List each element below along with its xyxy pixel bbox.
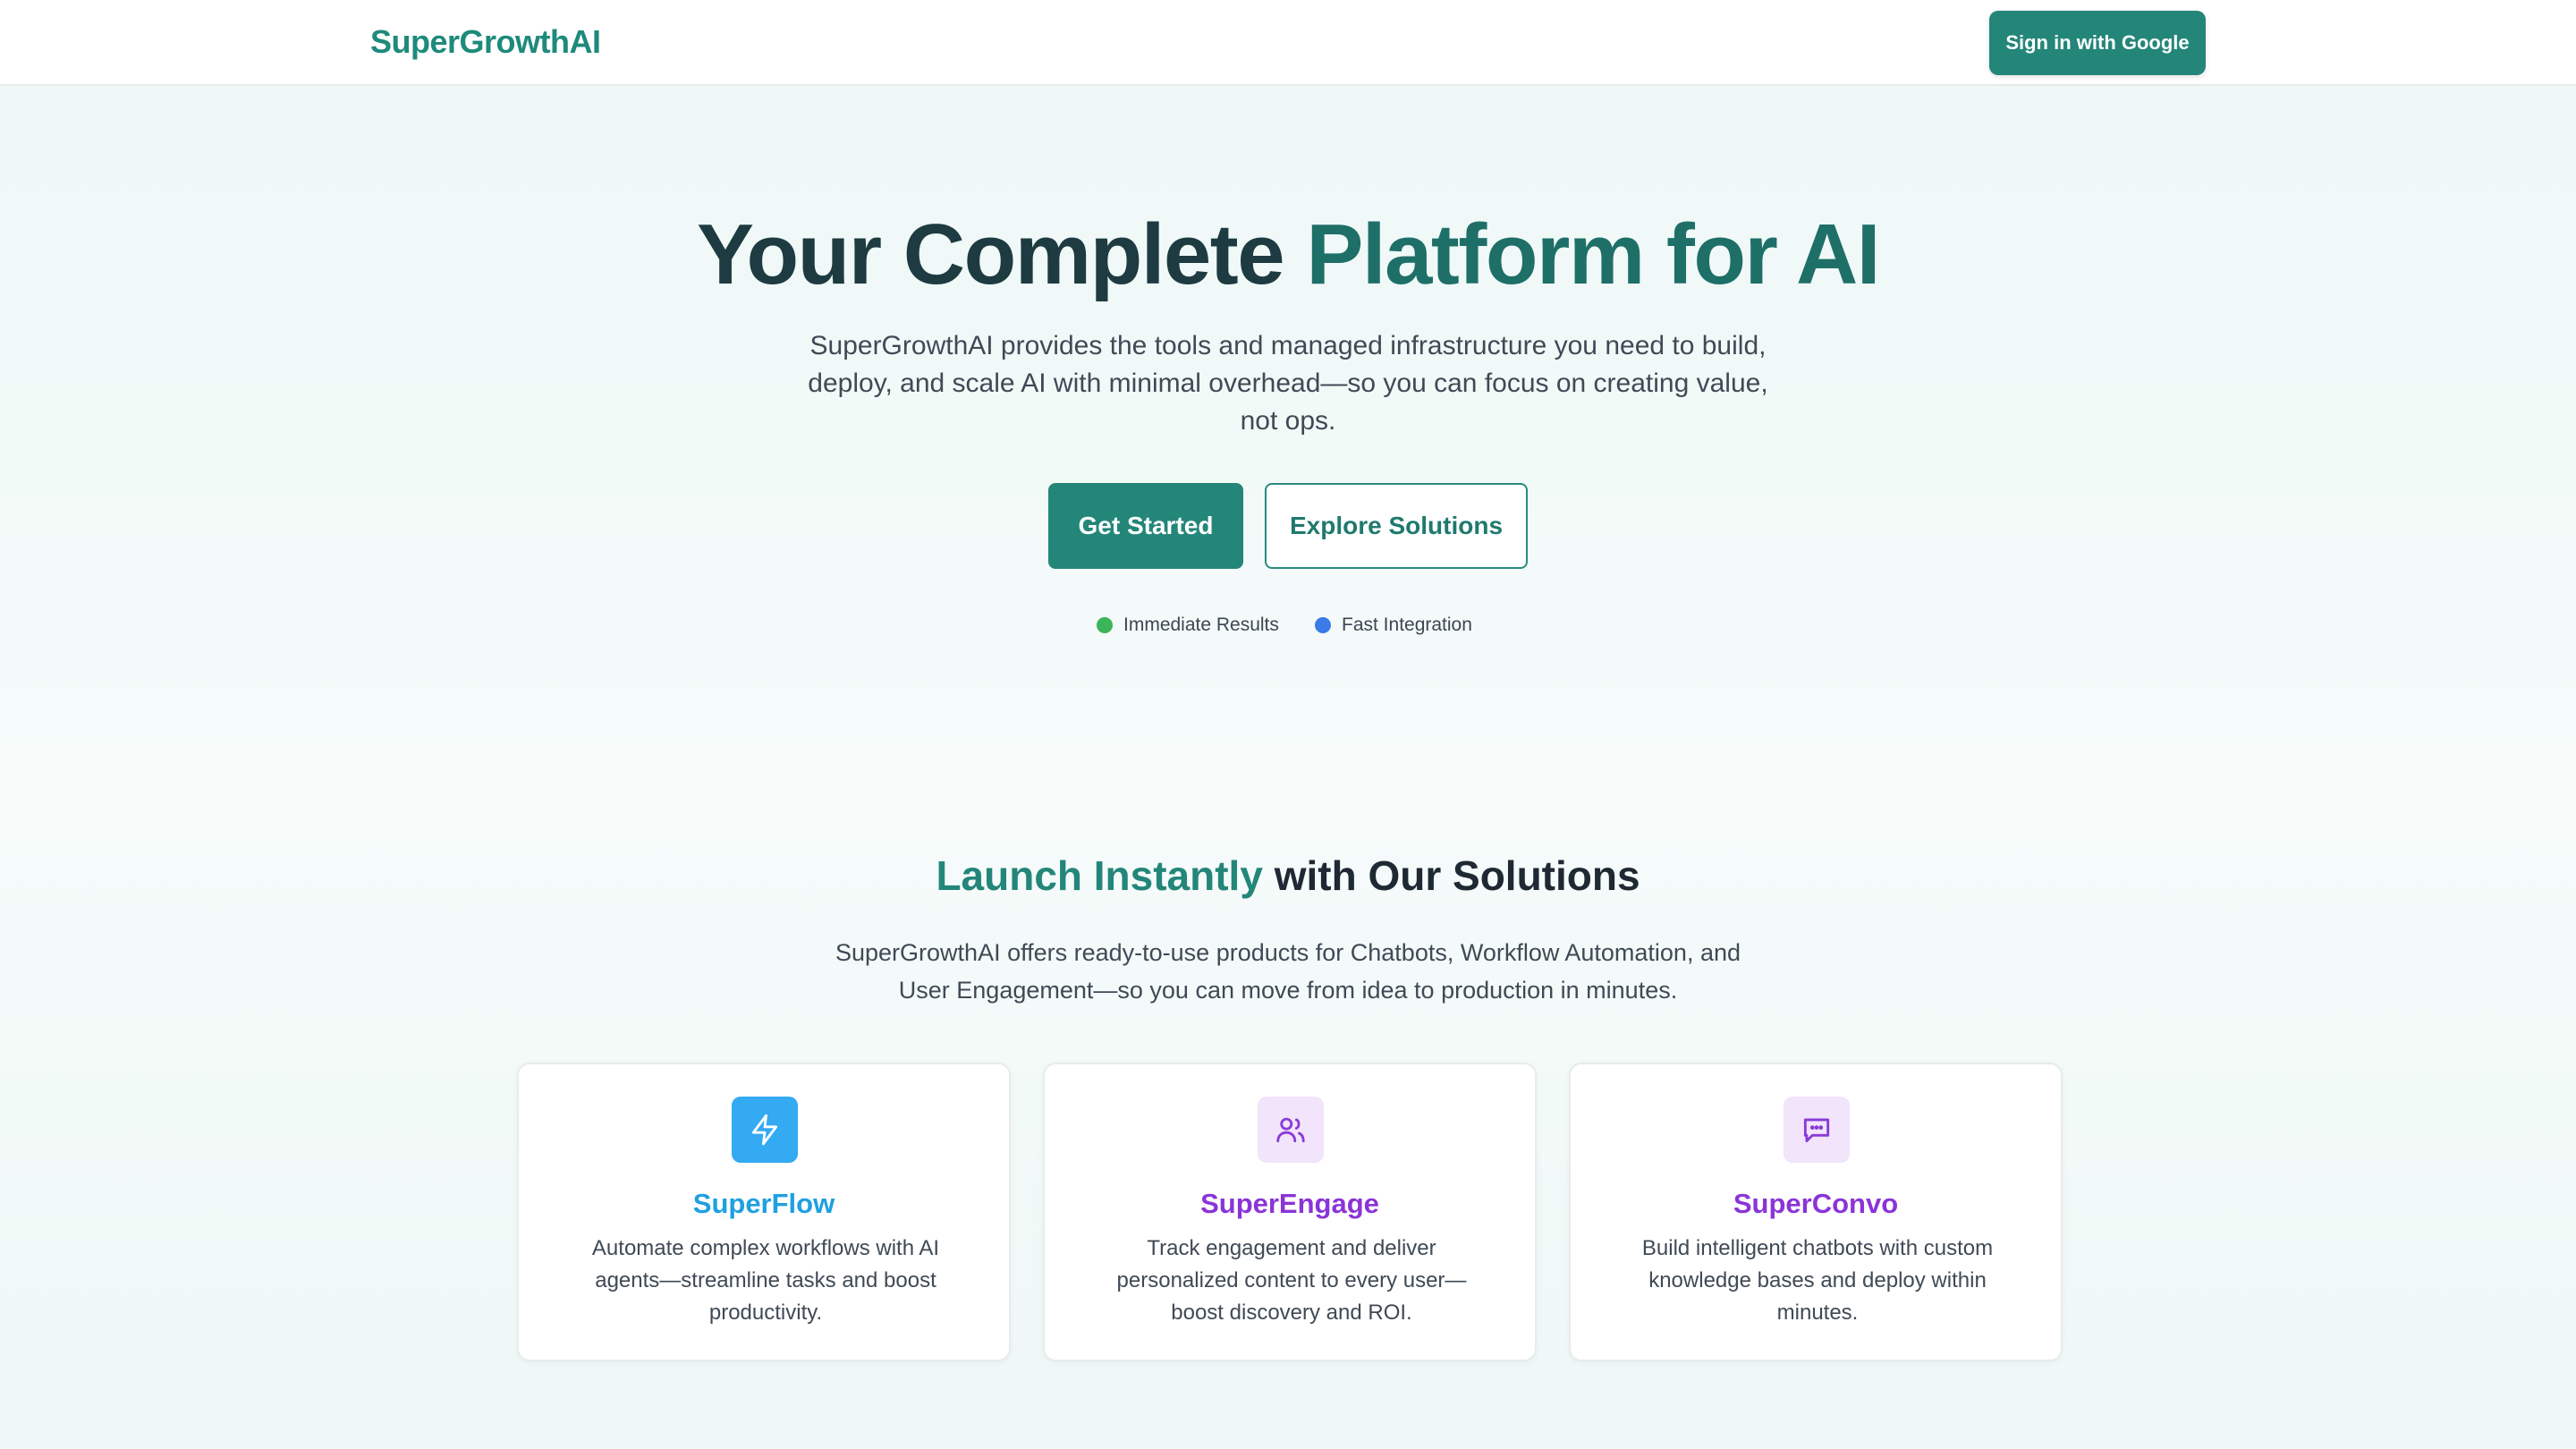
brand-logo[interactable]: SuperGrowthAI bbox=[370, 23, 601, 61]
blue-status-dot bbox=[1315, 617, 1331, 633]
card-title: SuperEngage bbox=[1200, 1188, 1379, 1219]
card-superconvo[interactable]: SuperConvo Build intelligent chatbots wi… bbox=[1569, 1063, 2063, 1361]
badge-immediate-results: Immediate Results bbox=[1097, 612, 1279, 639]
green-status-dot bbox=[1097, 617, 1113, 633]
get-started-button[interactable]: Get Started bbox=[1048, 483, 1243, 569]
solutions-subtitle: SuperGrowthAI offers ready-to-use produc… bbox=[835, 939, 1741, 1004]
hero-title-part2: Platform for AI bbox=[1306, 207, 1880, 302]
solutions-title-accent: Launch Instantly bbox=[936, 852, 1263, 899]
users-icon bbox=[1258, 1097, 1324, 1163]
card-description: Build intelligent chatbots with custom k… bbox=[1641, 1236, 1994, 1325]
card-superengage[interactable]: SuperEngage Track engagement and deliver… bbox=[1043, 1063, 1537, 1361]
top-navbar: SuperGrowthAI Sign in with Google bbox=[0, 0, 2576, 86]
chat-icon bbox=[1784, 1097, 1850, 1163]
badge-label: Immediate Results bbox=[1123, 614, 1279, 635]
lightning-icon bbox=[732, 1097, 798, 1163]
hero-title: Your Complete Platform for AI bbox=[0, 206, 2576, 304]
card-description: Track engagement and deliver personalize… bbox=[1116, 1236, 1467, 1325]
card-description: Automate complex workflows with AI agent… bbox=[591, 1236, 940, 1325]
badge-fast-integration: Fast Integration bbox=[1315, 612, 1472, 639]
explore-solutions-button[interactable]: Explore Solutions bbox=[1265, 483, 1528, 569]
solutions-title-rest: with Our Solutions bbox=[1262, 852, 1640, 899]
hero-title-part1: Your Complete bbox=[697, 207, 1307, 302]
badge-label: Fast Integration bbox=[1342, 614, 1472, 635]
card-superflow[interactable]: SuperFlow Automate complex workflows wit… bbox=[517, 1063, 1011, 1361]
card-title: SuperConvo bbox=[1733, 1188, 1899, 1219]
card-title: SuperFlow bbox=[692, 1188, 835, 1219]
sign-in-google-button[interactable]: Sign in with Google bbox=[1989, 11, 2206, 75]
hero-subtitle: SuperGrowthAI provides the tools and man… bbox=[808, 331, 1768, 436]
solutions-title: Launch Instantly with Our Solutions bbox=[0, 852, 2576, 900]
